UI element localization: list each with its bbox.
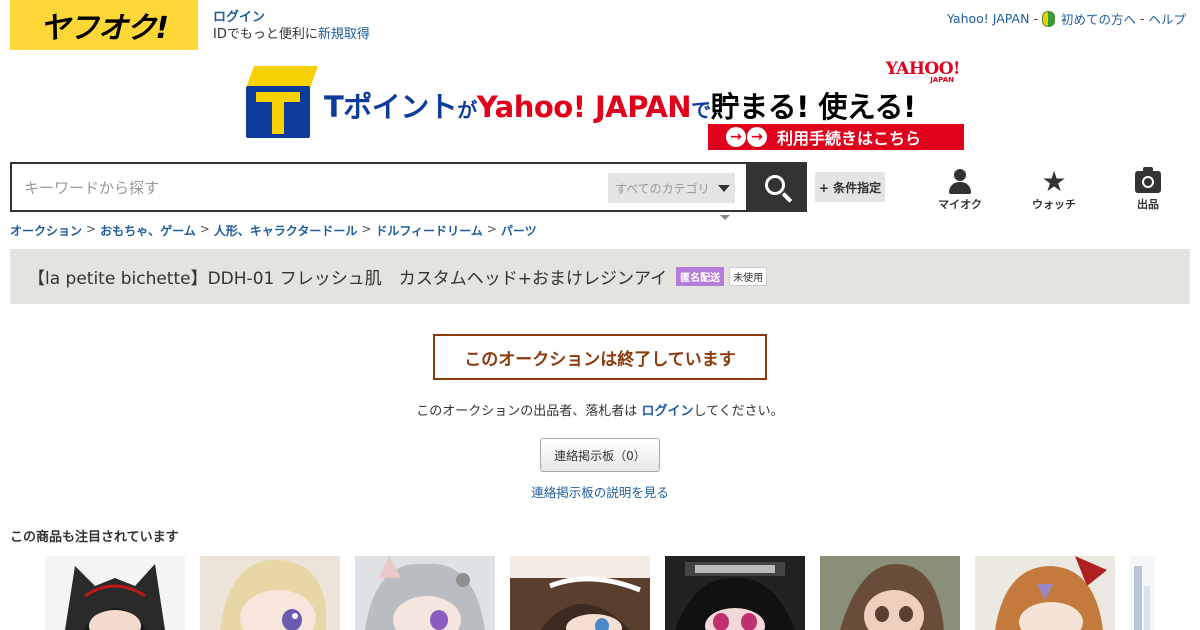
nav-watch[interactable]: ★ ウォッチ: [1022, 168, 1086, 212]
banner-ga: が: [457, 98, 477, 122]
banner-cta-button[interactable]: → → 利用手続きはこちら: [708, 124, 964, 150]
breadcrumb: オークション > おもちゃ、ゲーム > 人形、キャラクタードール > ドルフィー…: [10, 222, 537, 239]
caret-down-icon: [717, 184, 730, 192]
condition-badge: 未使用: [729, 267, 768, 286]
beginner-link[interactable]: 初めての方へ: [1061, 9, 1136, 28]
page-title: 【la petite bichette】DDH-01 フレッシュ肌 カスタムヘッ…: [28, 269, 668, 289]
search-input[interactable]: [24, 176, 584, 200]
message-board-button[interactable]: 連絡掲示板（0）: [540, 438, 660, 472]
breadcrumb-separator: >: [361, 222, 372, 236]
auction-ended-notice: このオークションは終了しています: [433, 334, 767, 380]
breadcrumb-separator: >: [86, 222, 97, 236]
yahoo-japan-link[interactable]: Yahoo! JAPAN: [947, 11, 1029, 26]
separator: -: [1033, 11, 1038, 26]
logo-text: ヤフオク!: [39, 11, 169, 46]
nav-watch-label: ウォッチ: [1032, 198, 1076, 211]
related-item-thumbnail[interactable]: [355, 556, 495, 630]
banner-de: で: [691, 98, 711, 122]
category-select[interactable]: すべてのカテゴリ: [608, 173, 735, 203]
item-title-bar: 【la petite bichette】DDH-01 フレッシュ肌 カスタムヘッ…: [10, 249, 1190, 304]
related-item-thumbnail[interactable]: [200, 556, 340, 630]
search-icon: [764, 175, 785, 195]
related-section-title: この商品も注目されています: [10, 530, 179, 545]
login-link[interactable]: ログイン: [213, 10, 265, 25]
breadcrumb-item[interactable]: ドルフィードリーム: [375, 222, 482, 239]
banner-headline: TポイントがYahoo! JAPANで貯まる! 使える!: [324, 84, 916, 126]
camera-icon: [1135, 167, 1161, 193]
nav-sell[interactable]: 出品: [1116, 167, 1180, 212]
login-link[interactable]: ログイン: [641, 404, 693, 419]
breadcrumb-item[interactable]: パーツ: [501, 222, 537, 239]
related-item-thumbnail[interactable]: [665, 556, 805, 630]
tpoint-banner[interactable]: TポイントがYahoo! JAPANで貯まる! 使える! YAHOO! JAPA…: [244, 60, 966, 152]
yahoo-japan-logo: YAHOO! JAPAN: [886, 61, 961, 84]
breadcrumb-separator: >: [486, 222, 497, 236]
breadcrumb-item[interactable]: 人形、キャラクタードール: [214, 222, 358, 239]
breadcrumb-item[interactable]: おもちゃ、ゲーム: [100, 222, 196, 239]
nav-myauc-label: マイオク: [938, 198, 982, 211]
anonymous-shipping-badge: 匿名配送: [676, 267, 725, 286]
related-item-thumbnail[interactable]: [510, 556, 650, 630]
banner-yahoo-japan: Yahoo! JAPAN: [476, 90, 692, 124]
beginner-mark-icon: [1041, 11, 1055, 27]
person-icon: [949, 169, 971, 195]
related-item-thumbnail[interactable]: [1130, 556, 1155, 630]
search-box: すべてのカテゴリ: [10, 162, 746, 212]
breadcrumb-separator: >: [199, 222, 210, 236]
nav-myauc[interactable]: マイオク: [928, 168, 992, 212]
banner-cta-label: 利用手続きはこちら: [777, 129, 922, 148]
banner-tpoint: Tポイント: [324, 90, 458, 124]
related-item-thumbnail[interactable]: [975, 556, 1115, 630]
category-select-label: すべてのカテゴリ: [615, 181, 710, 196]
nav-sell-label: 出品: [1137, 198, 1159, 211]
register-link[interactable]: 新規取得: [318, 27, 370, 42]
breadcrumb-item[interactable]: オークション: [10, 222, 82, 239]
login-note: このオークションの出品者、落札者は ログインしてください。: [0, 400, 1200, 419]
banner-tamaru: 貯まる! 使える!: [710, 90, 917, 124]
top-right-links: Yahoo! JAPAN - 初めての方へ - ヘルプ: [947, 9, 1186, 28]
condition-button[interactable]: + 条件指定: [815, 172, 885, 202]
board-help-wrap: 連絡掲示板の説明を見る: [0, 482, 1200, 501]
search-button[interactable]: [746, 162, 807, 212]
separator: -: [1139, 11, 1145, 26]
login-note: IDでもっと便利に: [213, 27, 318, 42]
related-thumbnails: [0, 556, 1200, 630]
tpoint-card-icon: [246, 66, 319, 138]
login-note-prefix: このオークションの出品者、落札者は: [416, 404, 642, 419]
star-icon: ★: [1041, 165, 1067, 198]
caret-down-icon: [720, 215, 730, 220]
yahuoku-logo[interactable]: ヤフオク!: [10, 0, 198, 50]
arrow-right-icon: → →: [726, 127, 767, 147]
login-box: ログイン IDでもっと便利に新規取得: [213, 9, 370, 43]
related-item-thumbnail[interactable]: [45, 556, 185, 630]
related-item-thumbnail[interactable]: [820, 556, 960, 630]
board-help-link[interactable]: 連絡掲示板の説明を見る: [531, 485, 669, 500]
help-link[interactable]: ヘルプ: [1148, 9, 1186, 28]
login-note-suffix: してください。: [693, 404, 784, 419]
